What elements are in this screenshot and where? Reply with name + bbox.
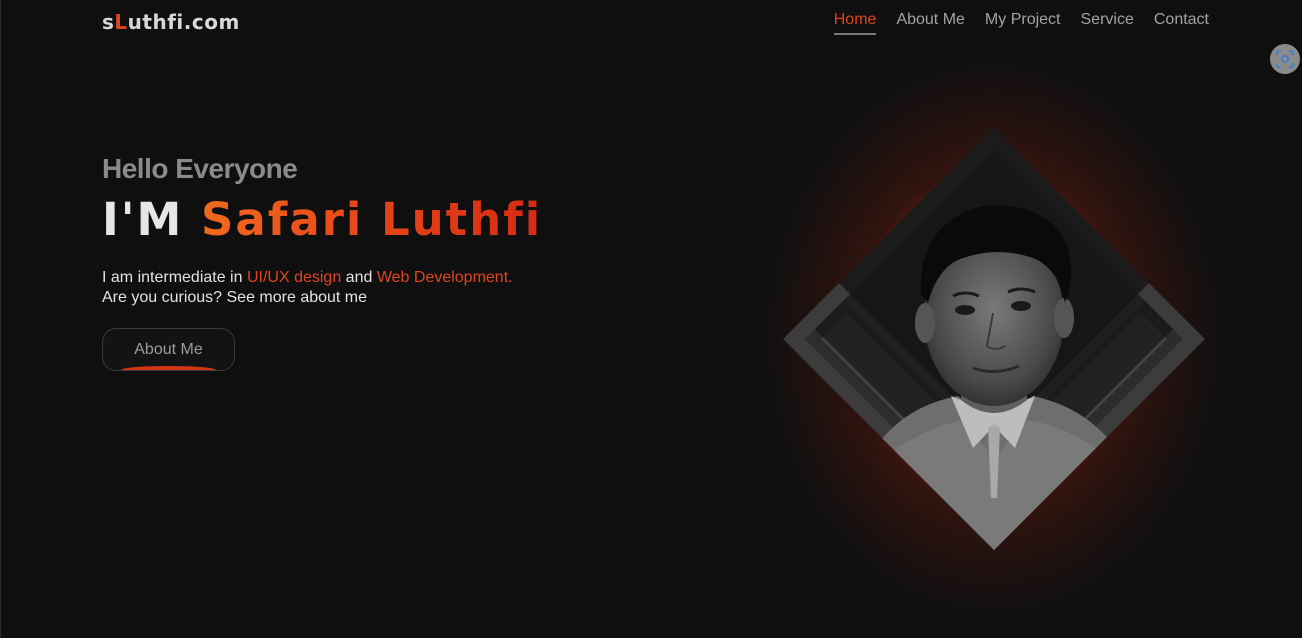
headline-prefix: I'M — [102, 193, 201, 246]
description-line-1: I am intermediate in UI/UX design and We… — [102, 268, 513, 288]
logo-accent: L — [114, 10, 128, 34]
desc-text-2: and — [341, 269, 377, 286]
profile-portrait — [783, 128, 1205, 550]
site-logo[interactable]: sLuthfi.com — [102, 10, 240, 34]
greeting-text: Hello Everyone — [102, 153, 298, 184]
desc-highlight-uiux: UI/UX design — [246, 269, 342, 286]
about-me-button[interactable]: About Me — [102, 328, 235, 371]
hero-description: I am intermediate in UI/UX design and We… — [102, 268, 513, 308]
hero-headline: I'M Safari Luthfi — [102, 193, 542, 246]
headline-name: Safari Luthfi — [200, 193, 543, 246]
desc-highlight-webdev: Web Development. — [376, 269, 513, 286]
portfolio-page: sLuthfi.com Home About Me My Project Ser… — [0, 0, 1302, 638]
logo-suffix: uthfi.com — [127, 10, 240, 34]
logo-prefix: s — [102, 10, 115, 34]
description-line-2: Are you curious? See more about me — [102, 289, 368, 306]
desc-text-1: I am intermediate in — [102, 269, 247, 286]
